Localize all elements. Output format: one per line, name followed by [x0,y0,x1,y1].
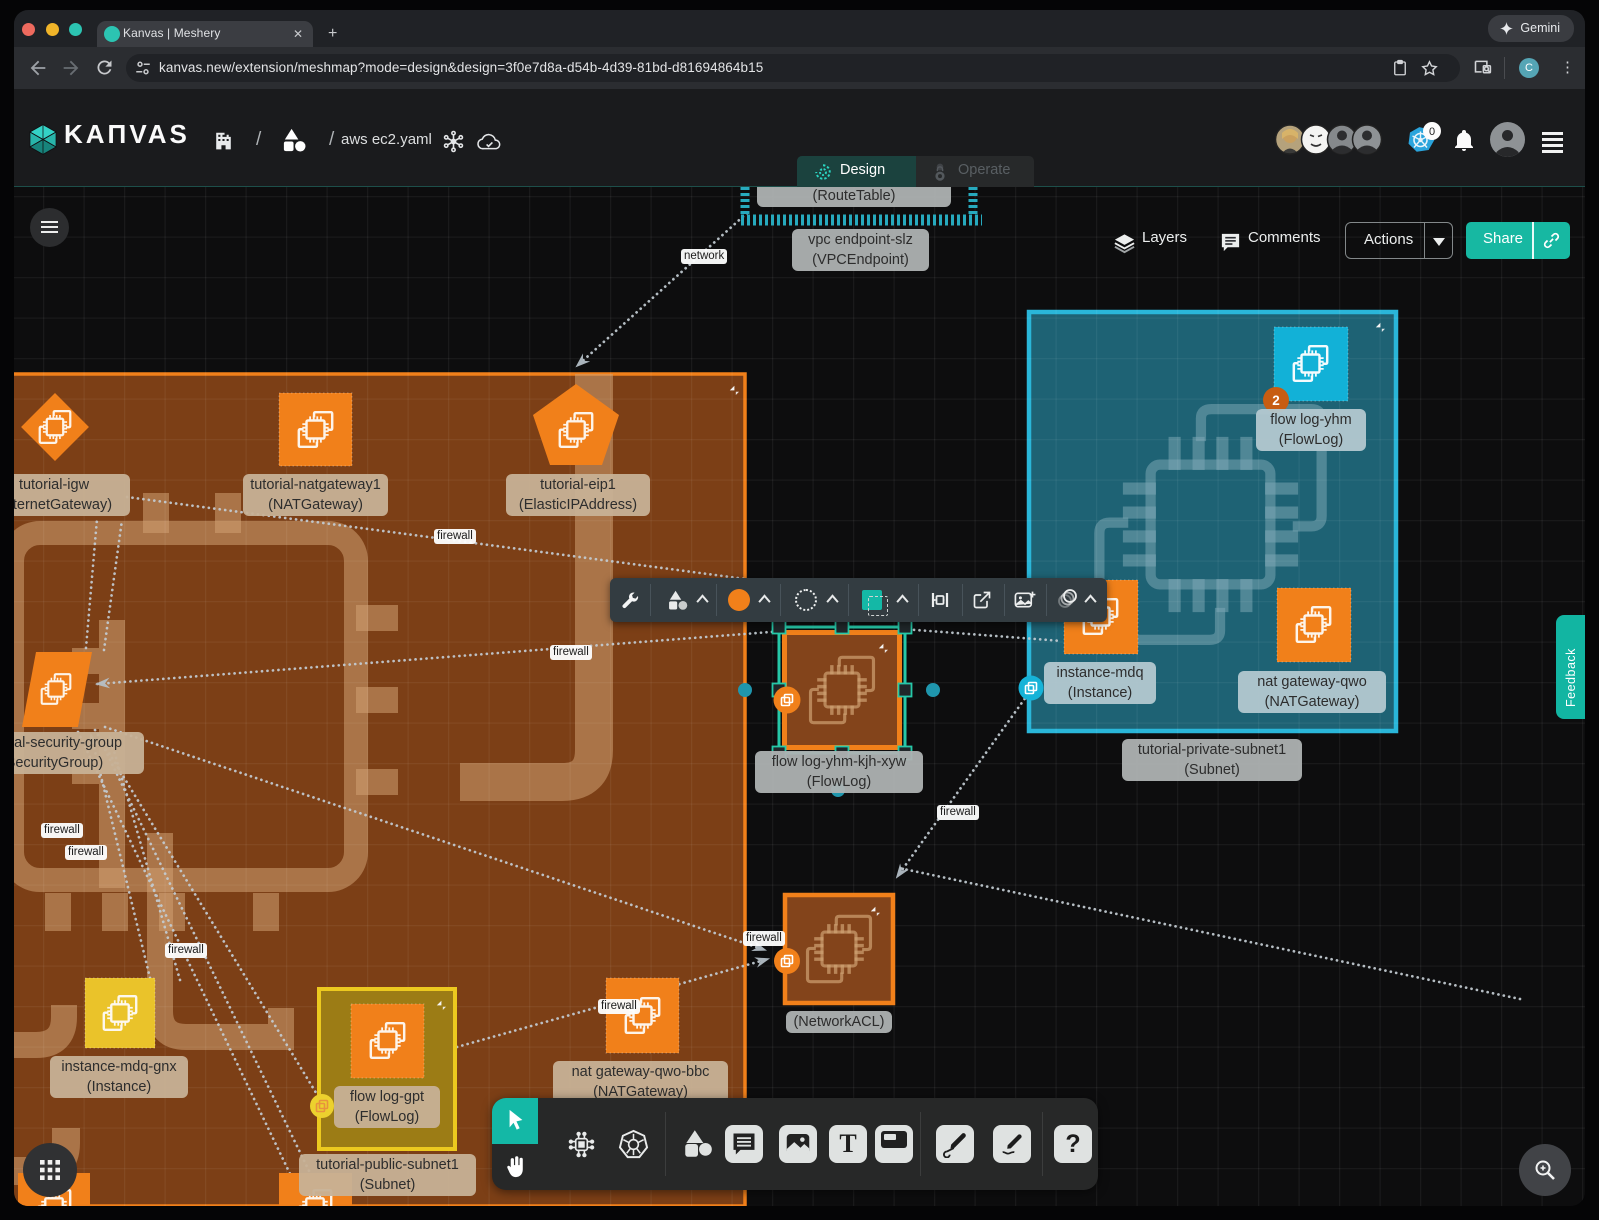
svg-text:0: 0 [1429,126,1435,138]
svg-text:2: 2 [1272,393,1280,408]
